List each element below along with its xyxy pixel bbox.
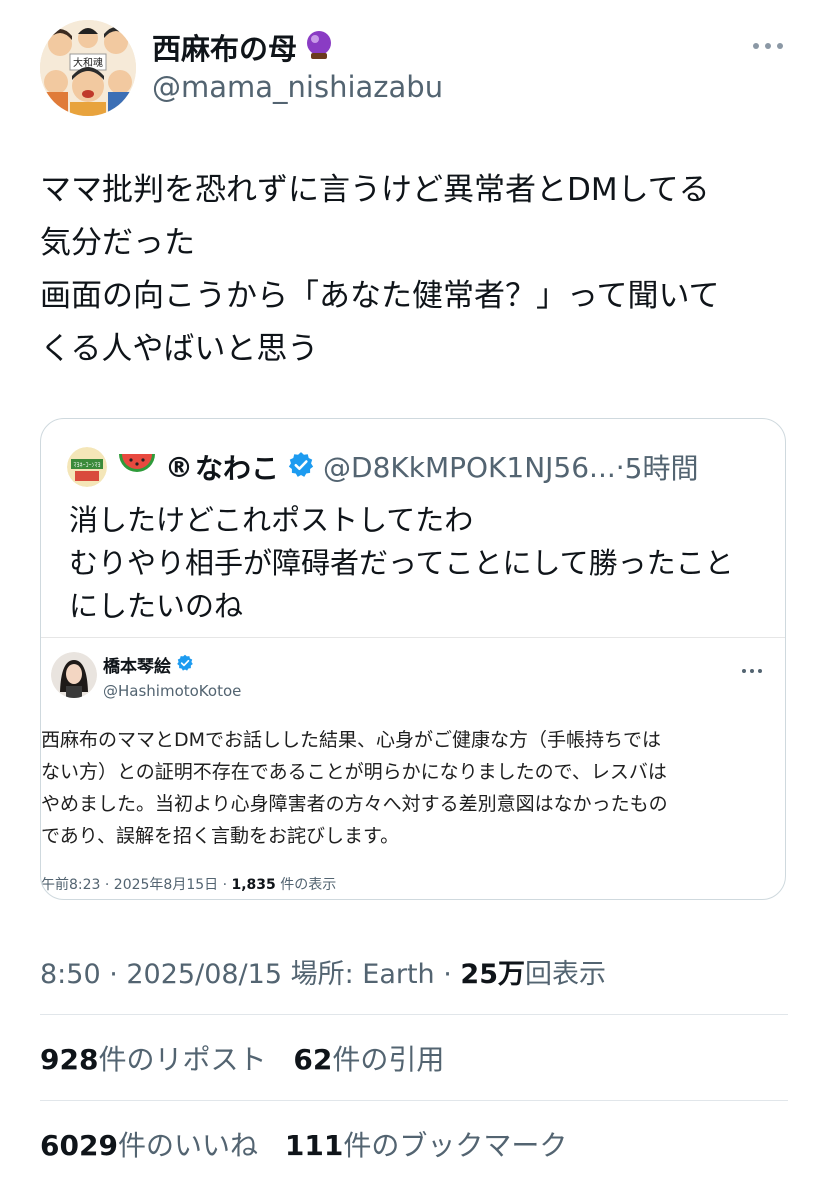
author-avatar[interactable]: 大和魂 [40, 20, 136, 116]
quoted-author-name[interactable]: なわこ [195, 447, 279, 487]
embedded-author-avatar [51, 652, 97, 698]
quoted-tweet-header: ﾏﾖﾈｰｺｰﾝﾏﾖ ® なわこ @D8KkMPOK1NJ56... · 5時間 [67, 445, 699, 489]
likes-label: 件のいいね [117, 1129, 258, 1162]
crystal-ball-icon [303, 29, 335, 65]
likes-count: 6029 [40, 1129, 118, 1162]
author-handle[interactable]: @mama_nishiazabu [152, 70, 443, 104]
stats-row-reposts: 928件のリポスト 62件の引用 [40, 1038, 462, 1078]
embedded-author-name: 橋本琴絵 [103, 657, 171, 677]
embedded-name-row: 橋本琴絵 [103, 652, 194, 677]
quoted-tweet-card[interactable]: ﾏﾖﾈｰｺｰﾝﾏﾖ ® なわこ @D8KkMPOK1NJ56... · 5時間 … [40, 418, 786, 900]
quotes-count: 62 [293, 1043, 333, 1076]
tweet-text: ママ批判を恐れずに言うけど異常者とDMしてる 気分だった 画面の向こうから「あな… [40, 172, 720, 367]
reposts-label: 件のリポスト [98, 1043, 267, 1076]
quoted-author-badge: ® [165, 450, 193, 484]
embedded-author-handle: @HashimotoKotoe [103, 682, 242, 700]
views-label: 回表示 [525, 959, 606, 990]
reposts-stat[interactable]: 928件のリポスト [40, 1043, 284, 1076]
tweet-timestamp: 8:50 · 2025/08/15 場所: Earth · 25万回表示 [40, 952, 606, 991]
divider-middle [40, 1100, 788, 1101]
quotes-stat[interactable]: 62件の引用 [293, 1043, 462, 1076]
more-options-icon[interactable] [750, 38, 790, 52]
bookmarks-label: 件のブックマーク [343, 1129, 568, 1162]
reposts-count: 928 [40, 1043, 99, 1076]
watermelon-icon [117, 448, 157, 486]
author-name-row: 西麻布の母 [152, 26, 335, 68]
quoted-attached-image[interactable]: 橋本琴絵 @HashimotoKotoe 西麻布のママとDMでお話しした結果、心… [41, 637, 785, 899]
quoted-time[interactable]: 5時間 [625, 447, 699, 487]
embedded-meta-views: 1,835 [231, 877, 276, 893]
views-count: 25万 [460, 959, 525, 990]
quoted-separator: · [615, 450, 625, 484]
verified-badge-icon [287, 451, 315, 483]
quotes-label: 件の引用 [332, 1043, 445, 1076]
quoted-author-handle[interactable]: @D8KkMPOK1NJ56... [323, 451, 616, 484]
timestamp-text[interactable]: 8:50 · 2025/08/15 場所: Earth · [40, 959, 460, 990]
tweet-header: 大和魂 西麻布の母 @mama_nishiazabu [40, 20, 800, 116]
author-display-name[interactable]: 西麻布の母 [152, 26, 297, 68]
embedded-more-icon [741, 660, 763, 673]
embedded-tweet-text: 西麻布のママとDMでお話しした結果、心身がご健康な方（手帳持ちでは ない方）との… [41, 729, 668, 847]
divider-top [40, 1014, 788, 1015]
bookmarks-count: 111 [284, 1129, 344, 1162]
embedded-meta-time: 午前8:23 · 2025年8月15日 · [41, 877, 232, 893]
embedded-verified-badge-icon [176, 654, 194, 676]
embedded-meta: 午前8:23 · 2025年8月15日 · 1,835 件の表示 [41, 874, 336, 894]
likes-stat[interactable]: 6029件のいいね [40, 1129, 276, 1162]
quoted-avatar-text: ﾏﾖﾈｰｺｰﾝﾏﾖ [73, 462, 100, 469]
quoted-author-avatar[interactable]: ﾏﾖﾈｰｺｰﾝﾏﾖ [67, 447, 107, 487]
stats-row-likes: 6029件のいいね 111件のブックマーク [40, 1124, 585, 1164]
embedded-meta-views-label: 件の表示 [275, 877, 337, 893]
bookmarks-stat[interactable]: 111件のブックマーク [285, 1129, 585, 1162]
quoted-tweet-text: 消したけどこれポストしてたわ むりやり相手が障碍者だってことにして勝ったこと に… [69, 503, 734, 623]
